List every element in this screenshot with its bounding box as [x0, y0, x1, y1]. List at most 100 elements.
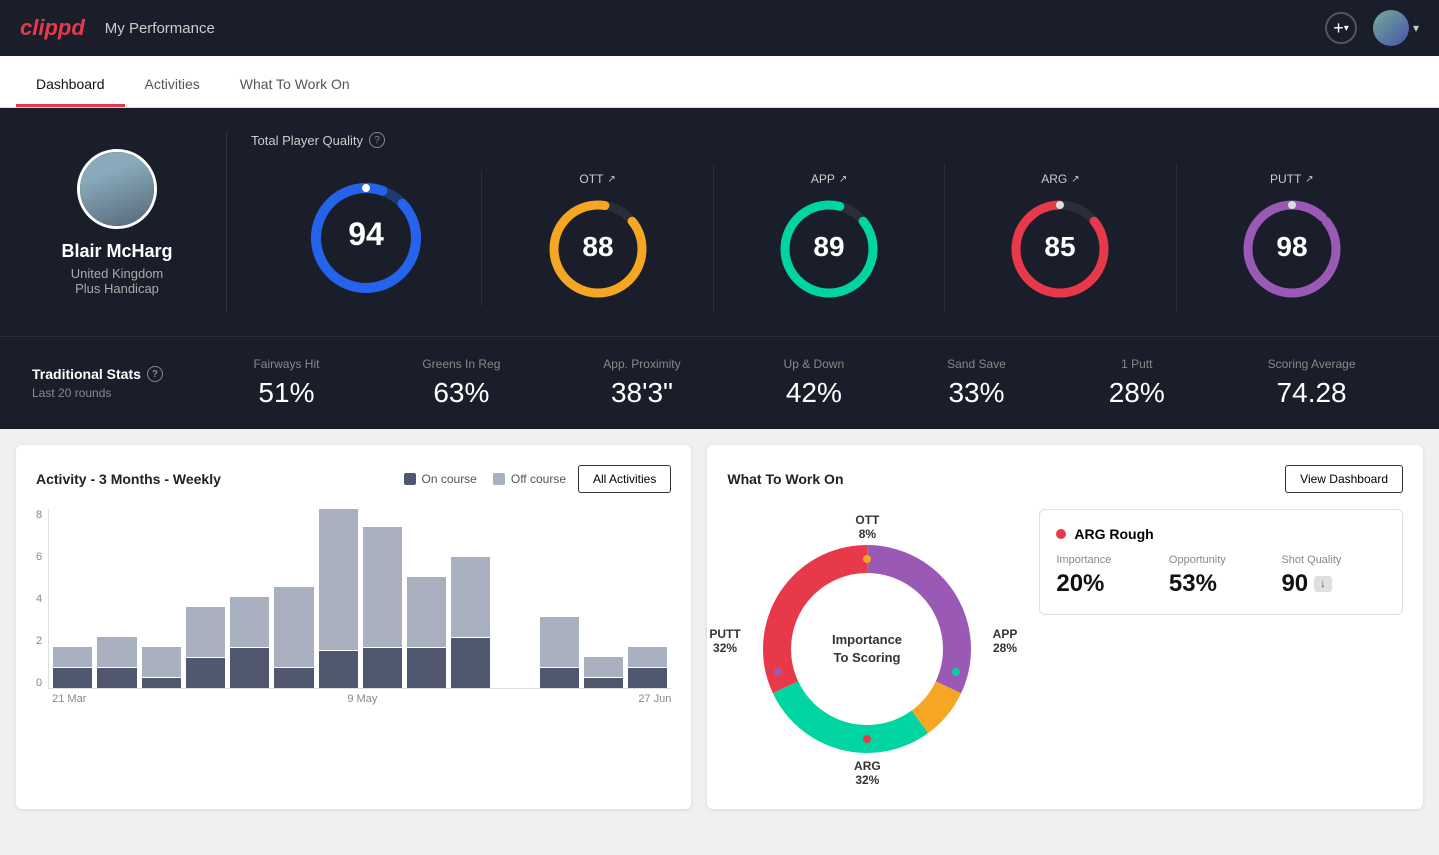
stat-subtitle: Last 20 rounds [32, 386, 202, 400]
logo: clippd [20, 15, 85, 41]
bar-on-course [186, 658, 225, 688]
bar-group [584, 509, 623, 688]
tab-dashboard[interactable]: Dashboard [16, 62, 125, 107]
bar-group [540, 509, 579, 688]
bar-off-course [186, 607, 225, 657]
player-avatar [77, 149, 157, 229]
bar-off-course [53, 647, 92, 667]
gauge-putt-label: PUTT ↗ [1270, 172, 1314, 186]
bar-off-course [584, 657, 623, 677]
arrow-up-icon: ↗ [1071, 174, 1079, 185]
bar-group [451, 509, 490, 688]
x-axis: 21 Mar 9 May 27 Jun [48, 689, 671, 705]
user-avatar-dropdown[interactable]: ▾ [1373, 10, 1419, 46]
bar-on-course [451, 638, 490, 688]
shot-quality-badge: ↓ [1314, 576, 1332, 592]
chart-title: Activity - 3 Months - Weekly [36, 471, 221, 487]
player-country: United Kingdom [71, 266, 164, 281]
view-dashboard-button[interactable]: View Dashboard [1285, 465, 1403, 493]
svg-text:98: 98 [1276, 231, 1307, 262]
work-panel: What To Work On View Dashboard [707, 445, 1423, 809]
bar-off-course [407, 577, 446, 647]
hero-section: Blair McHarg United Kingdom Plus Handica… [0, 108, 1439, 336]
gauge-main: 94 [251, 170, 482, 306]
help-icon[interactable]: ? [369, 132, 385, 148]
avatar [1373, 10, 1409, 46]
arrow-up-icon: ↗ [839, 174, 847, 185]
legend-on-dot [404, 473, 416, 485]
donut-wrapper: Importance To Scoring OTT 8% APP [727, 509, 1007, 789]
legend-off-dot [493, 473, 505, 485]
svg-text:85: 85 [1045, 231, 1076, 262]
player-card: Blair McHarg United Kingdom Plus Handica… [32, 149, 202, 296]
divider [226, 132, 227, 312]
metric-shot-quality: Shot Quality 90 ↓ [1281, 554, 1386, 598]
stat-proximity: App. Proximity 38'3" [603, 357, 680, 409]
bar-on-course [142, 678, 181, 688]
shot-quality-value-row: 90 ↓ [1281, 570, 1386, 598]
tabs-bar: Dashboard Activities What To Work On [0, 56, 1439, 108]
bar-off-course [451, 557, 490, 637]
gauge-ott-svg: 88 [543, 194, 653, 304]
bar-group [319, 509, 358, 688]
chevron-down-icon: ▾ [1413, 21, 1419, 35]
bar-group [53, 509, 92, 688]
bar-off-course [230, 597, 269, 647]
gauge-ott: OTT ↗ 88 [482, 164, 713, 312]
stat-scoring: Scoring Average 74.28 [1268, 357, 1356, 409]
nav-title: My Performance [105, 20, 215, 37]
stat-items: Fairways Hit 51% Greens In Reg 63% App. … [202, 357, 1407, 409]
metric-importance: Importance 20% [1056, 554, 1161, 598]
all-activities-button[interactable]: All Activities [578, 465, 671, 493]
svg-text:Importance: Importance [832, 632, 902, 647]
activity-panel: Activity - 3 Months - Weekly On course O… [16, 445, 691, 809]
quality-section: Total Player Quality ? 94 [251, 132, 1407, 312]
svg-text:89: 89 [813, 231, 844, 262]
bar-group [407, 509, 446, 688]
donut-svg: Importance To Scoring [727, 509, 1007, 789]
tab-what-to-work-on[interactable]: What To Work On [220, 62, 370, 107]
bar-group [363, 509, 402, 688]
bar-group [97, 509, 136, 688]
gauge-arg-svg: 85 [1005, 194, 1115, 304]
work-header: What To Work On View Dashboard [727, 465, 1403, 493]
bar-off-course [319, 509, 358, 650]
donut-label-arg: ARG 32% [854, 759, 881, 787]
bar-on-course [363, 648, 402, 688]
donut-label-app: APP 28% [993, 627, 1018, 655]
gauge-putt: PUTT ↗ 98 [1177, 164, 1407, 312]
legend-off-course: Off course [493, 472, 566, 486]
work-card-dot [1056, 529, 1066, 539]
bar-group [495, 509, 534, 688]
gauge-ott-label: OTT ↗ [579, 172, 615, 186]
add-button[interactable]: + ▾ [1325, 12, 1357, 44]
quality-label: Total Player Quality ? [251, 132, 1407, 148]
donut-label-putt: PUTT 32% [709, 627, 740, 655]
metric-opportunity: Opportunity 53% [1169, 554, 1274, 598]
help-icon[interactable]: ? [147, 366, 163, 382]
stat-1putt: 1 Putt 28% [1109, 357, 1165, 409]
player-name: Blair McHarg [61, 241, 172, 262]
bar-group [186, 509, 225, 688]
nav-left: clippd My Performance [20, 15, 215, 41]
bar-on-course [584, 678, 623, 688]
bar-on-course [97, 668, 136, 688]
bar-group [628, 509, 667, 688]
y-axis: 8 6 4 2 0 [36, 509, 48, 689]
work-metrics: Importance 20% Opportunity 53% Shot Qual… [1056, 554, 1386, 598]
bar-off-course [628, 647, 667, 667]
nav-right: + ▾ ▾ [1325, 10, 1419, 46]
bar-group [230, 509, 269, 688]
bar-off-course [274, 587, 313, 667]
bar-on-course [274, 668, 313, 688]
bar-group [142, 509, 181, 688]
chevron-down-icon: ▾ [1344, 23, 1349, 34]
work-detail-card: ARG Rough Importance 20% Opportunity 53%… [1039, 509, 1403, 615]
donut-label-ott: OTT 8% [855, 513, 879, 541]
svg-text:94: 94 [348, 216, 384, 252]
bar-on-course [628, 668, 667, 688]
gauge-app: APP ↗ 89 [714, 164, 945, 312]
tab-activities[interactable]: Activities [125, 62, 220, 107]
gauge-app-label: APP ↗ [811, 172, 847, 186]
chart-area: 8 6 4 2 0 21 Mar 9 May 27 Jun [36, 509, 671, 729]
